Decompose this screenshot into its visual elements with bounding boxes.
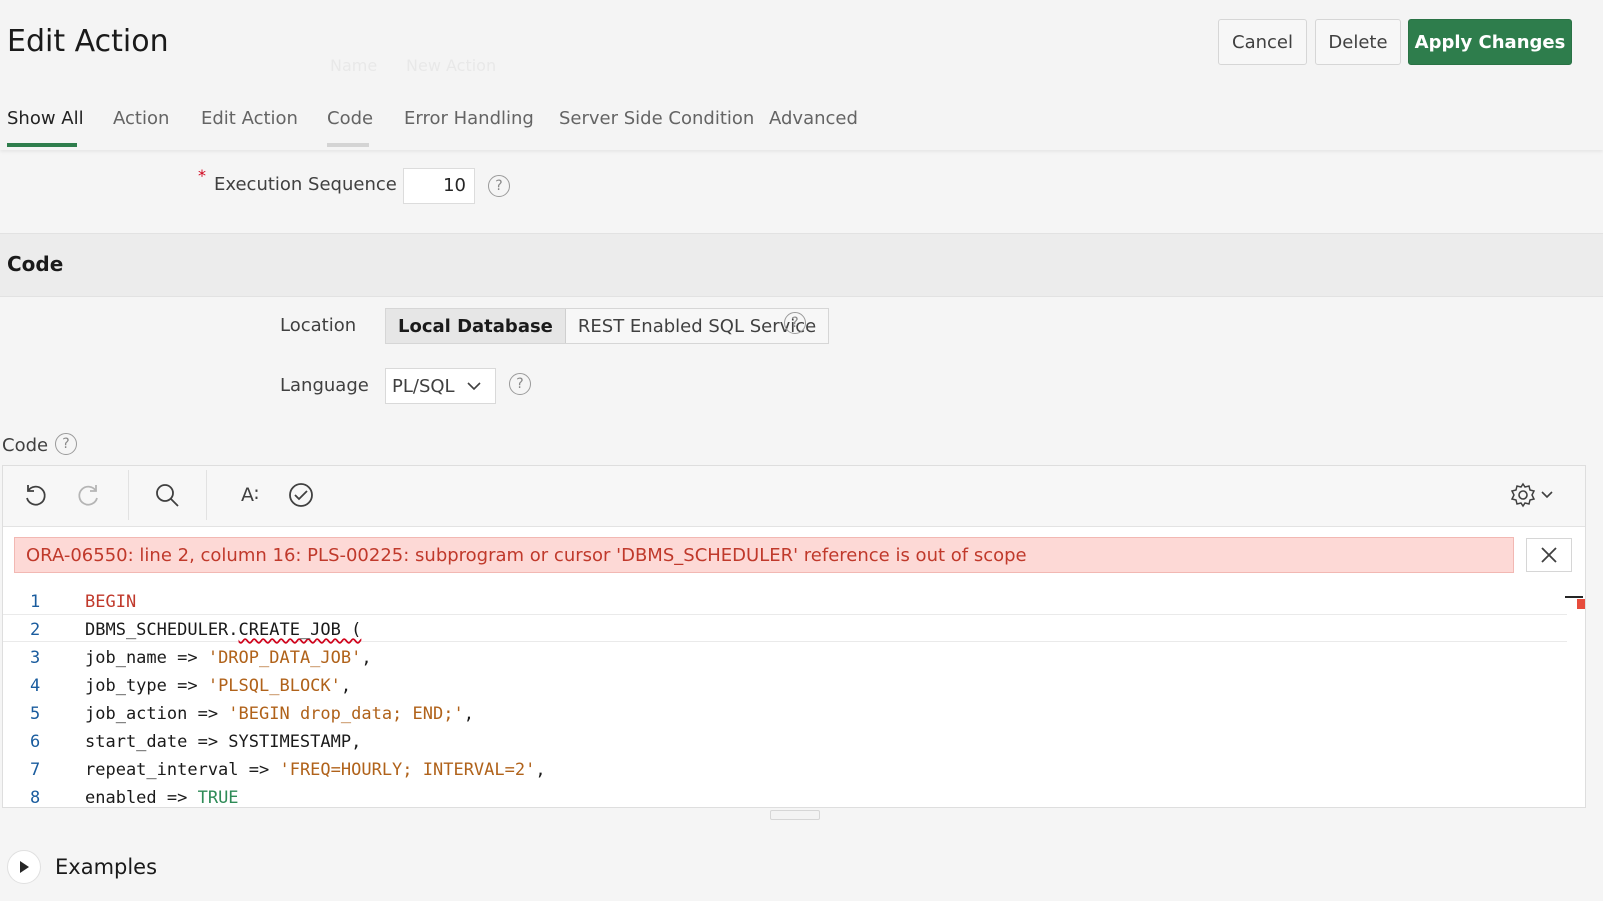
redo-icon[interactable] [74, 480, 104, 510]
code-token: job_action => [85, 704, 229, 724]
code-region-title: Code [7, 252, 64, 276]
chevron-down-icon [467, 382, 481, 391]
apply-changes-button[interactable]: Apply Changes [1408, 19, 1572, 65]
execution-sequence-label: Execution Sequence [214, 174, 397, 195]
code-line: job_type => 'PLSQL_BLOCK', [85, 676, 351, 696]
code-line: repeat_interval => 'FREQ=HOURLY; INTERVA… [85, 760, 546, 780]
code-token: , [463, 704, 474, 724]
required-marker: * [198, 166, 206, 185]
code-line: start_date => SYSTIMESTAMP, [85, 732, 361, 752]
line-number: 4 [30, 676, 41, 696]
examples-label: Examples [55, 855, 158, 879]
line-number: 3 [30, 648, 41, 668]
line-number: 8 [30, 788, 41, 808]
caret-right-icon [20, 861, 29, 873]
ghost-name-label: Name [330, 56, 378, 75]
code-token: job_name => [85, 648, 208, 668]
error-ruler-marker [1565, 596, 1585, 610]
settings-icon[interactable] [1510, 480, 1558, 510]
active-tab-indicator [7, 143, 77, 147]
page-title: Edit Action [7, 24, 169, 59]
line-number: 6 [30, 732, 41, 752]
expand-examples-button[interactable] [7, 850, 41, 884]
format-icon[interactable]: A∶ [232, 480, 268, 510]
undo-icon[interactable] [20, 480, 50, 510]
code-token: DBMS_SCHEDULER. [85, 620, 239, 640]
hover-tab-indicator [327, 143, 369, 147]
delete-button[interactable]: Delete [1315, 19, 1401, 65]
line-number: 7 [30, 760, 41, 780]
error-message: ORA-06550: line 2, column 16: PLS-00225:… [14, 537, 1514, 573]
code-line: job_action => 'BEGIN drop_data; END;', [85, 704, 474, 724]
code-string: 'BEGIN drop_data; END;' [228, 704, 464, 724]
close-icon[interactable] [1526, 538, 1572, 572]
code-string: 'FREQ=HOURLY; INTERVAL=2' [279, 760, 536, 780]
code-field-label: Code [2, 435, 49, 456]
tab-show-all[interactable]: Show All [7, 108, 84, 129]
code-token: repeat_interval => [85, 760, 280, 780]
ghost-name-value: New Action [406, 56, 497, 75]
code-line: BEGIN [85, 592, 136, 612]
code-token: , [535, 760, 546, 780]
code-token: job_type => [85, 676, 208, 696]
code-line: enabled => TRUE [85, 788, 239, 808]
code-string: 'PLSQL_BLOCK' [207, 676, 341, 696]
line-number: 5 [30, 704, 41, 724]
tab-error-handling[interactable]: Error Handling [404, 108, 534, 129]
language-select-value: PL/SQL [392, 375, 455, 397]
code-token-error: CREATE_JOB ( [238, 620, 362, 640]
search-icon[interactable] [152, 480, 182, 510]
tab-action[interactable]: Action [113, 108, 169, 129]
code-line: DBMS_SCHEDULER.CREATE_JOB ( [85, 620, 361, 640]
code-boolean: TRUE [197, 788, 239, 808]
code-string: 'DROP_DATA_JOB' [207, 648, 362, 668]
line-number: 2 [30, 620, 41, 640]
code-token: BEGIN [85, 592, 137, 612]
help-icon[interactable]: ? [784, 312, 806, 334]
help-icon[interactable]: ? [55, 433, 77, 455]
tab-edit-action[interactable]: Edit Action [201, 108, 298, 129]
validate-icon[interactable] [286, 480, 316, 510]
code-token: , [361, 648, 372, 668]
location-label: Location [280, 315, 357, 336]
code-line: job_name => 'DROP_DATA_JOB', [85, 648, 372, 668]
tab-code[interactable]: Code [327, 108, 373, 129]
tab-server-side-condition[interactable]: Server Side Condition [559, 108, 754, 129]
tab-advanced[interactable]: Advanced [769, 108, 858, 129]
language-label: Language [280, 375, 369, 396]
editor-resize-handle[interactable] [770, 810, 820, 820]
cancel-button[interactable]: Cancel [1218, 19, 1307, 65]
location-option-local-database[interactable]: Local Database [386, 309, 566, 343]
location-segmented-control: Local Database REST Enabled SQL Service [385, 308, 830, 344]
line-number: 1 [30, 592, 41, 612]
language-select[interactable]: PL/SQL [385, 368, 496, 404]
help-icon[interactable]: ? [509, 373, 531, 395]
code-token: , [340, 676, 352, 696]
code-region-header [0, 233, 1603, 297]
code-token: start_date => SYSTIMESTAMP, [85, 732, 362, 752]
code-token: enabled => [85, 788, 198, 808]
toolbar-divider [206, 470, 207, 520]
toolbar-divider [128, 470, 129, 520]
execution-sequence-input[interactable]: 10 [403, 168, 475, 204]
help-icon[interactable]: ? [488, 175, 510, 197]
